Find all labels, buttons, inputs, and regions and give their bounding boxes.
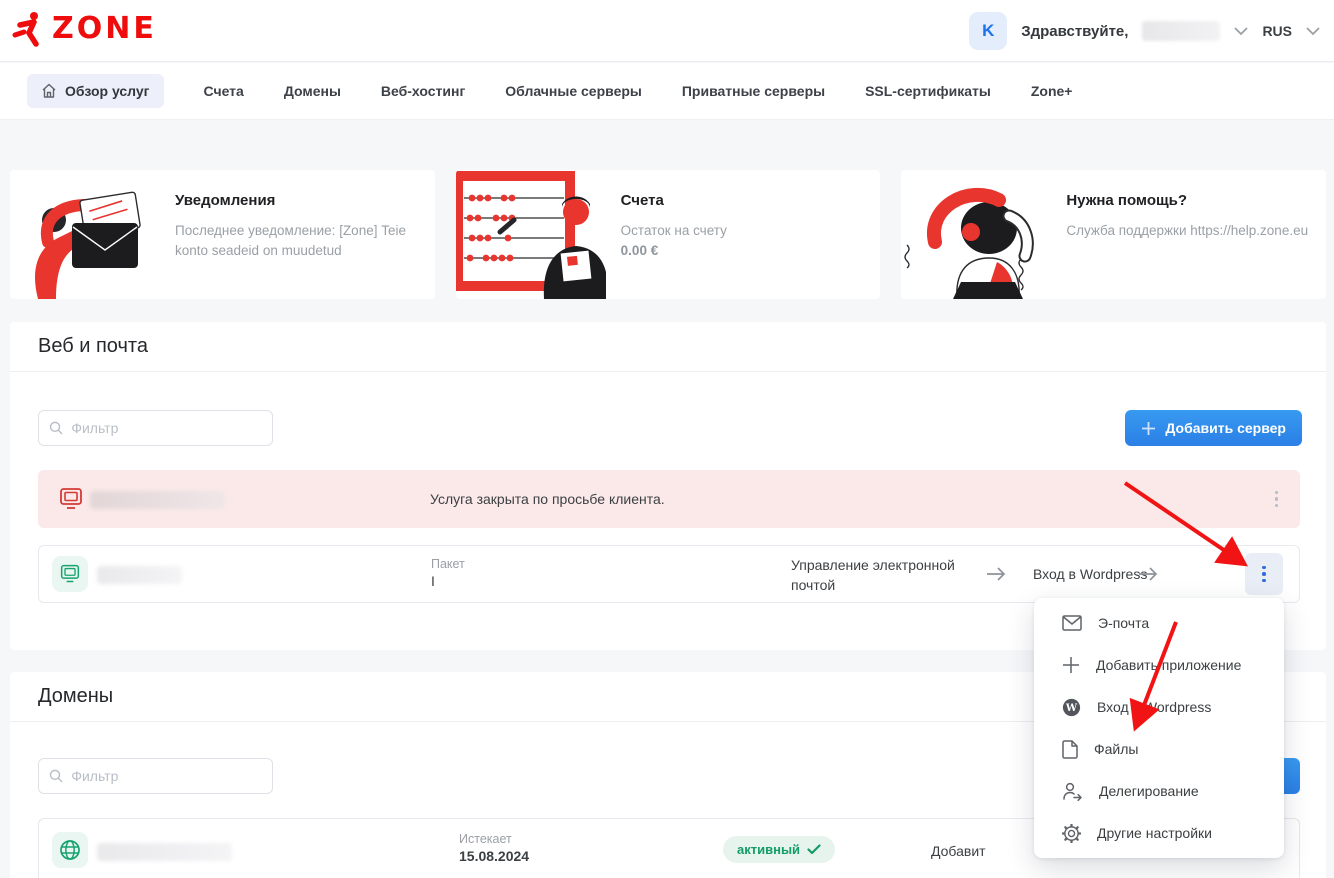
home-icon [41,83,57,99]
info-cards: Уведомления Последнее уведомление: [Zone… [10,170,1326,299]
chevron-down-icon[interactable] [1306,27,1320,36]
add-server-button[interactable]: Добавить сервер [1125,410,1302,446]
svg-text:W: W [1065,703,1078,714]
invoices-illustration [456,170,606,299]
server-monitor-icon [59,564,81,584]
language-selector[interactable]: RUS [1262,23,1292,39]
check-icon [807,844,821,855]
closed-service-message: Услуга закрыта по просьбе клиента. [430,491,665,507]
email-management-link[interactable]: Управление электронной почтой [791,556,969,595]
card-body: Остаток на счету [621,221,865,241]
card-body: Последнее уведомление: [Zone] Teie konto… [175,221,419,260]
tab-ssl-certificates[interactable]: SSL-сертификаты [865,83,991,99]
zone-logo[interactable]: zone [12,11,157,47]
menu-item-other-settings[interactable]: Другие настройки [1034,812,1284,854]
row-menu-button-open[interactable] [1245,553,1283,595]
search-icon [49,420,63,436]
gear-icon [1062,824,1081,843]
tab-services-overview[interactable]: Обзор услуг [27,74,164,108]
user-name-redacted [1142,21,1220,41]
filter-input[interactable] [71,420,262,436]
help-card[interactable]: Нужна помощь? Служба поддержки https://h… [901,170,1326,299]
menu-item-delegation[interactable]: Делегирование [1034,770,1284,812]
tab-label: Обзор услуг [65,83,150,99]
tab-invoices[interactable]: Счета [204,83,244,99]
card-body: Служба поддержки https://help.zone.eu [1066,221,1310,241]
closed-service-row[interactable]: Услуга закрыта по просьбе клиента. [38,470,1300,528]
tab-cloud-servers[interactable]: Облачные серверы [505,83,642,99]
filter-input[interactable] [71,768,262,784]
invoices-card[interactable]: Счета Остаток на счету 0.00 € [456,170,881,299]
file-icon [1062,740,1078,759]
package-value: I [431,573,465,589]
arrow-right-icon [985,566,1007,582]
wordpress-login-link[interactable]: Вход в Wordpress [1033,566,1147,582]
zone-runner-icon [12,11,46,47]
help-illustration [901,170,1051,299]
web-filter-input[interactable] [38,410,273,446]
server-monitor-icon [58,487,84,511]
server-row[interactable]: Пакет I Управление электронной почтой Вх… [38,545,1300,603]
delegate-user-icon [1062,782,1083,801]
status-badge: активный [723,836,835,863]
tab-web-hosting[interactable]: Веб-хостинг [381,83,465,99]
card-title: Нужна помощь? [1066,192,1310,209]
chevron-down-icon[interactable] [1234,27,1248,36]
brand-wordmark: zone [52,14,157,44]
package-label: Пакет [431,557,465,571]
row-menu-button[interactable] [1275,488,1279,510]
header: zone K Здравствуйте, RUS [0,0,1334,62]
account-balance: 0.00 € [621,243,865,258]
service-name-redacted [90,491,225,509]
menu-item-email[interactable]: Э-почта [1034,602,1284,644]
tab-zone-plus[interactable]: Zone+ [1031,83,1073,99]
server-context-menu: Э-почта Добавить приложение W Вход в Wor… [1034,598,1284,858]
card-title: Счета [621,192,865,209]
tab-private-servers[interactable]: Приватные серверы [682,83,825,99]
server-name-redacted [97,566,182,584]
menu-item-wordpress-login[interactable]: W Вход в Wordpress [1034,686,1284,728]
plus-icon [1062,656,1080,674]
expires-label: Истекает [459,832,529,846]
tab-domains[interactable]: Домены [284,83,341,99]
notifications-illustration [10,170,160,299]
notifications-card[interactable]: Уведомления Последнее уведомление: [Zone… [10,170,435,299]
search-icon [49,768,63,784]
section-title: Веб и почта [38,335,148,358]
arrow-right-icon [1137,566,1159,582]
add-link-truncated[interactable]: Добавит [931,843,986,859]
section-title: Домены [38,685,113,708]
envelope-icon [1062,615,1082,631]
menu-item-files[interactable]: Файлы [1034,728,1284,770]
domains-filter-input[interactable] [38,758,273,794]
expires-date: 15.08.2024 [459,848,529,864]
wordpress-icon: W [1062,698,1081,717]
domain-name-redacted [97,843,232,861]
globe-icon [59,839,81,861]
plus-icon [1141,421,1156,436]
main-nav: Обзор услуг Счета Домены Веб-хостинг Обл… [0,63,1334,120]
card-title: Уведомления [175,192,419,209]
menu-item-add-application[interactable]: Добавить приложение [1034,644,1284,686]
greeting-text: Здравствуйте, [1021,23,1128,40]
avatar[interactable]: K [969,12,1007,50]
